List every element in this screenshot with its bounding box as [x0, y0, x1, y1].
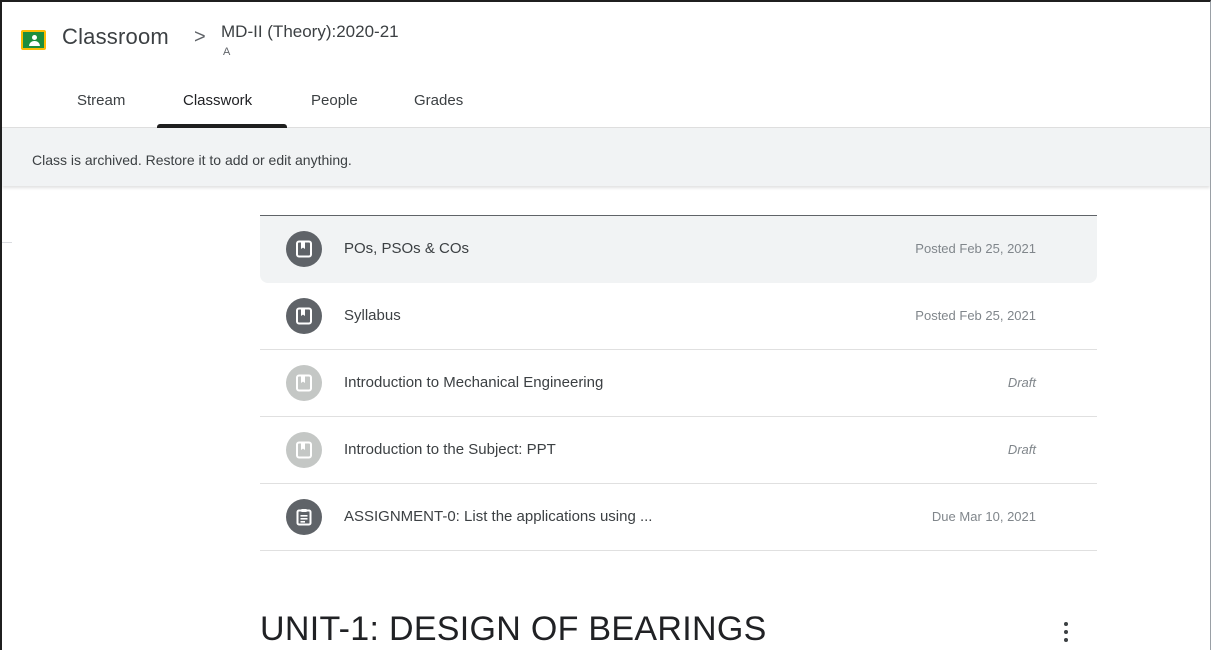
- item-title: Introduction to Mechanical Engineering: [344, 374, 604, 391]
- classroom-window: Classroom > MD-II (Theory):2020-21 A Str…: [0, 0, 1211, 650]
- tab-people[interactable]: People: [311, 92, 358, 109]
- item-status: Draft: [1007, 442, 1036, 457]
- breadcrumb-chevron-icon: >: [194, 26, 206, 48]
- classwork-list: POs, PSOs & COs Posted Feb 25, 2021 Syll…: [260, 215, 1097, 551]
- archived-banner-text: Class is archived. Restore it to add or …: [32, 152, 352, 168]
- tab-grades[interactable]: Grades: [414, 92, 463, 109]
- material-icon: [286, 298, 322, 334]
- divider: [2, 242, 12, 243]
- tab-stream[interactable]: Stream: [77, 92, 125, 109]
- more-options-icon[interactable]: [1056, 620, 1076, 644]
- item-status: Draft: [1007, 375, 1036, 390]
- material-icon: [286, 432, 322, 468]
- item-due-date: Due Mar 10, 2021: [931, 509, 1036, 524]
- top-app-bar: Classroom > MD-II (Theory):2020-21 A: [2, 2, 1210, 80]
- list-item[interactable]: POs, PSOs & COs Posted Feb 25, 2021: [260, 216, 1097, 283]
- classroom-logo-icon[interactable]: [21, 30, 46, 50]
- item-posted-date: Posted Feb 25, 2021: [915, 308, 1036, 323]
- item-title: Introduction to the Subject: PPT: [344, 441, 556, 458]
- material-icon: [286, 365, 322, 401]
- class-name[interactable]: MD-II (Theory):2020-21: [221, 22, 399, 42]
- class-tabs: Stream Classwork People Grades: [2, 80, 1210, 128]
- item-posted-date: Posted Feb 25, 2021: [915, 241, 1036, 256]
- list-item[interactable]: ASSIGNMENT-0: List the applications usin…: [260, 484, 1097, 551]
- tab-classwork[interactable]: Classwork: [183, 92, 252, 109]
- list-item[interactable]: Syllabus Posted Feb 25, 2021: [260, 283, 1097, 350]
- item-title: ASSIGNMENT-0: List the applications usin…: [344, 508, 653, 525]
- list-item[interactable]: Introduction to the Subject: PPT Draft: [260, 417, 1097, 484]
- item-title: POs, PSOs & COs: [344, 240, 470, 257]
- class-section: A: [223, 46, 231, 58]
- assignment-icon: [286, 499, 322, 535]
- archived-banner: Class is archived. Restore it to add or …: [2, 128, 1210, 186]
- item-title: Syllabus: [344, 307, 401, 324]
- app-title[interactable]: Classroom: [62, 24, 169, 50]
- list-item[interactable]: Introduction to Mechanical Engineering D…: [260, 350, 1097, 417]
- material-icon: [286, 231, 322, 267]
- topic-title: UNIT-1: DESIGN OF BEARINGS: [260, 610, 767, 648]
